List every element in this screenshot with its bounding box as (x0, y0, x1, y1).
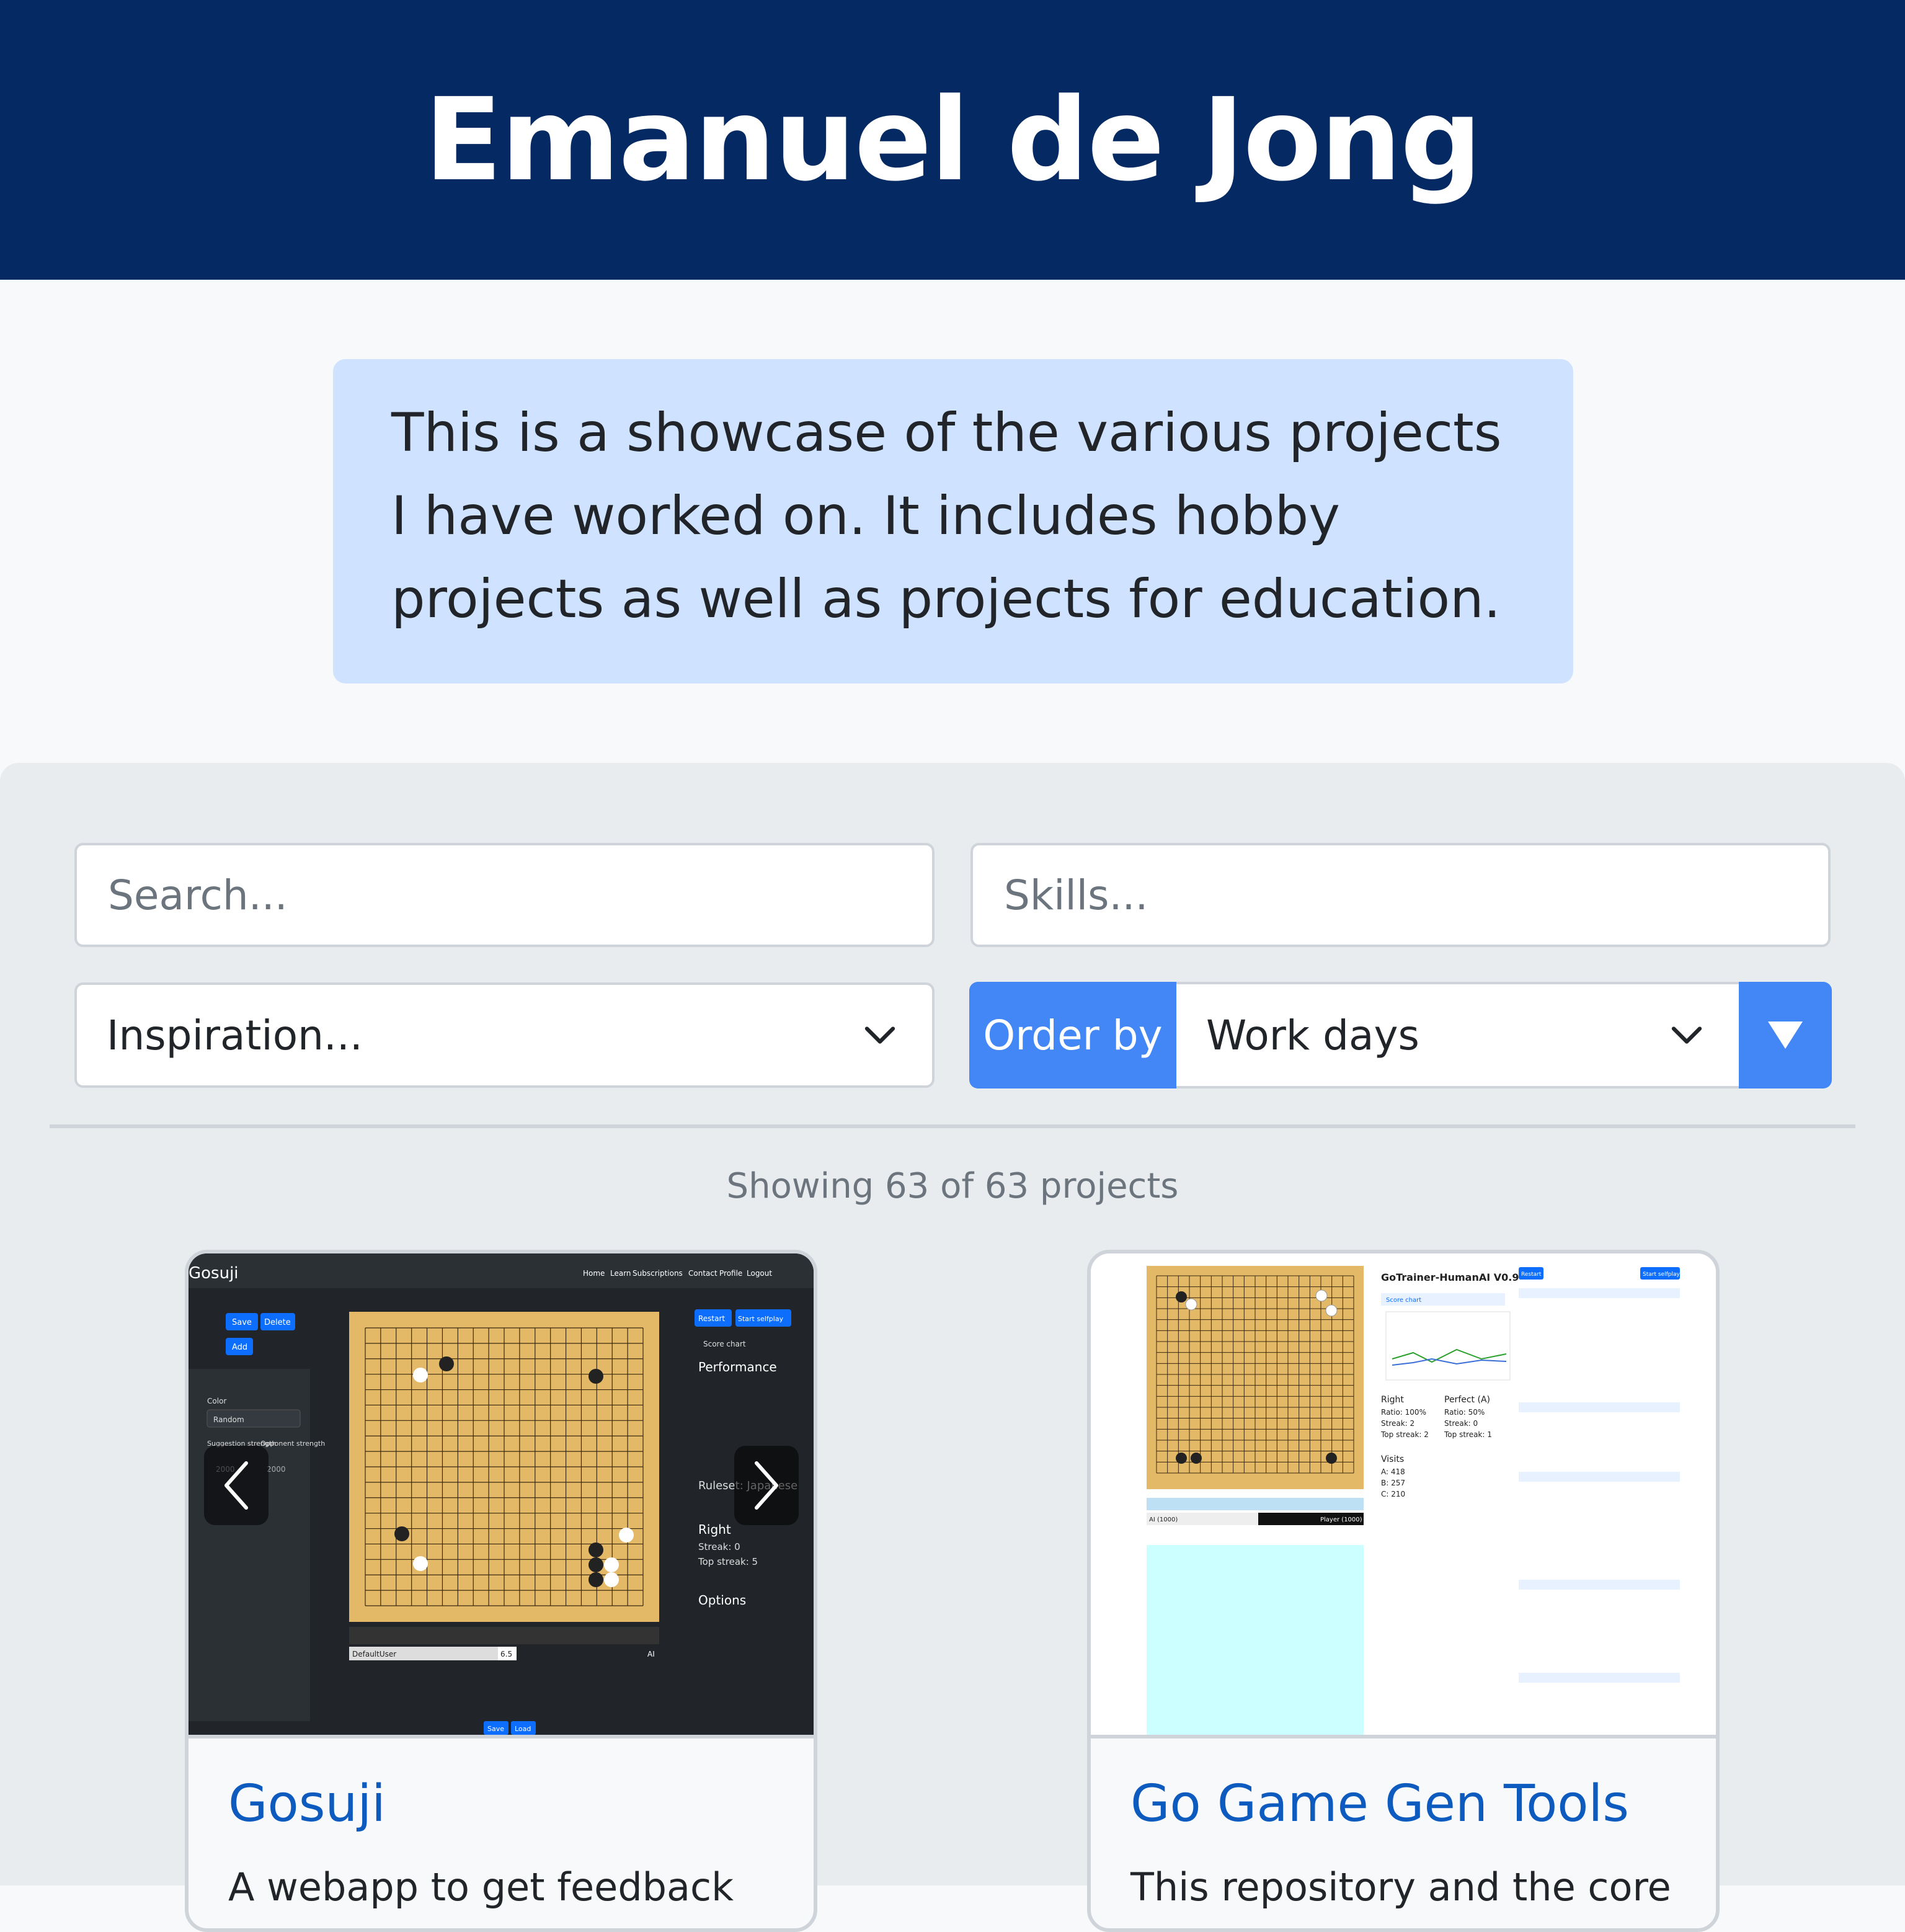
svg-text:Color: Color (207, 1397, 226, 1405)
svg-text:Ratio: 50%: Ratio: 50% (1444, 1408, 1485, 1417)
svg-text:AI (1000): AI (1000) (1149, 1516, 1178, 1523)
chevron-left-icon (224, 1461, 248, 1510)
svg-text:Top streak: 5: Top streak: 5 (698, 1556, 758, 1567)
site-header: Emanuel de Jong (0, 0, 1905, 280)
svg-text:Save: Save (232, 1318, 252, 1327)
project-card[interactable]: Gosuji Home Learn Subscriptions Contact … (185, 1250, 817, 1932)
screenshot-app-name: Gosuji (189, 1264, 239, 1283)
skills-input[interactable] (1003, 870, 1828, 920)
page-title: Emanuel de Jong (424, 73, 1482, 207)
svg-text:Start selfplay: Start selfplay (1643, 1271, 1680, 1278)
svg-text:Right: Right (698, 1522, 731, 1537)
project-screenshot-image: AI (1000) Player (1000) GoTrainer-HumanA… (1147, 1266, 1680, 1735)
svg-text:Perfect (A): Perfect (A) (1444, 1395, 1490, 1405)
card-divider (1091, 1735, 1716, 1738)
project-card[interactable]: AI (1000) Player (1000) GoTrainer-HumanA… (1087, 1250, 1720, 1932)
svg-text:Restart: Restart (698, 1314, 725, 1323)
carousel-next-button[interactable] (734, 1446, 799, 1525)
svg-text:Delete: Delete (264, 1318, 291, 1327)
svg-text:A: 418: A: 418 (1381, 1467, 1405, 1476)
order-by-value: Work days (1206, 1011, 1419, 1059)
svg-text:Opponent strength: Opponent strength (260, 1440, 325, 1448)
search-field[interactable] (74, 843, 935, 947)
svg-text:B: 257: B: 257 (1381, 1479, 1405, 1487)
screenshot-nav-item: Learn (610, 1269, 631, 1278)
svg-text:AI: AI (647, 1650, 655, 1658)
svg-text:2000: 2000 (267, 1465, 286, 1474)
search-input[interactable] (107, 870, 932, 920)
inspiration-select-value: Inspiration... (107, 1011, 363, 1059)
triangle-down-icon (1768, 1022, 1803, 1049)
project-screenshot-carousel: Gosuji Home Learn Subscriptions Contact … (189, 1253, 814, 1735)
svg-text:Save: Save (487, 1725, 504, 1733)
divider (50, 1124, 1855, 1128)
svg-text:Random: Random (213, 1415, 244, 1424)
chevron-right-icon (755, 1461, 778, 1510)
svg-text:Start selfplay: Start selfplay (738, 1315, 784, 1323)
svg-text:Player (1000): Player (1000) (1320, 1516, 1362, 1523)
svg-text:Streak: 0: Streak: 0 (1444, 1419, 1478, 1428)
project-screenshot: Gosuji Home Learn Subscriptions Contact … (189, 1253, 814, 1735)
screenshot-nav-item: Contact (688, 1269, 717, 1278)
screenshot-nav-item: Home (583, 1269, 605, 1278)
project-description: A webapp to get feedback (228, 1864, 734, 1910)
screenshot-nav-item: Profile (719, 1269, 742, 1278)
svg-text:DefaultUser: DefaultUser (352, 1650, 396, 1658)
svg-text:Streak: 2: Streak: 2 (1381, 1419, 1414, 1428)
screenshot-nav-item: Subscriptions (633, 1269, 683, 1278)
order-by-select[interactable]: Work days (1176, 982, 1739, 1088)
chevron-down-icon (1671, 1026, 1702, 1044)
svg-text:Right: Right (1381, 1395, 1404, 1405)
order-by-label: Order by (969, 982, 1176, 1088)
svg-text:Performance: Performance (698, 1360, 777, 1374)
results-count: Showing 63 of 63 projects (726, 1166, 1179, 1206)
svg-text:GoTrainer-HumanAI V0.9: GoTrainer-HumanAI V0.9 (1381, 1271, 1519, 1283)
svg-text:Top streak: 1: Top streak: 1 (1444, 1430, 1492, 1439)
svg-text:6.5: 6.5 (500, 1650, 512, 1658)
intro-callout: This is a showcase of the various projec… (333, 359, 1573, 683)
svg-text:Options: Options (698, 1593, 746, 1608)
svg-text:Add: Add (232, 1343, 247, 1352)
chevron-down-icon (864, 1026, 895, 1044)
svg-text:Score chart: Score chart (703, 1340, 746, 1348)
order-by-group: Order by Work days (969, 982, 1832, 1088)
svg-text:Load: Load (515, 1725, 531, 1733)
screenshot-nav-item: Logout (747, 1269, 772, 1278)
project-title-link[interactable]: Gosuji (228, 1774, 386, 1833)
card-divider (189, 1735, 814, 1738)
svg-text:Ratio: 100%: Ratio: 100% (1381, 1408, 1426, 1417)
svg-text:Visits: Visits (1381, 1454, 1404, 1464)
order-direction-button[interactable] (1739, 982, 1832, 1088)
project-title-link[interactable]: Go Game Gen Tools (1130, 1774, 1629, 1833)
svg-text:Streak: 0: Streak: 0 (698, 1541, 740, 1552)
carousel-prev-button[interactable] (204, 1446, 269, 1525)
intro-text: This is a showcase of the various projec… (391, 402, 1502, 630)
skills-field[interactable] (970, 843, 1831, 947)
svg-text:Restart: Restart (1521, 1271, 1542, 1278)
svg-text:Score chart: Score chart (1386, 1297, 1421, 1304)
svg-text:Top streak: 2: Top streak: 2 (1380, 1430, 1429, 1439)
inspiration-select[interactable]: Inspiration... (74, 982, 935, 1088)
svg-text:C: 210: C: 210 (1381, 1490, 1405, 1498)
project-description: This repository and the core (1130, 1864, 1671, 1910)
project-screenshot: AI (1000) Player (1000) GoTrainer-HumanA… (1091, 1253, 1716, 1735)
